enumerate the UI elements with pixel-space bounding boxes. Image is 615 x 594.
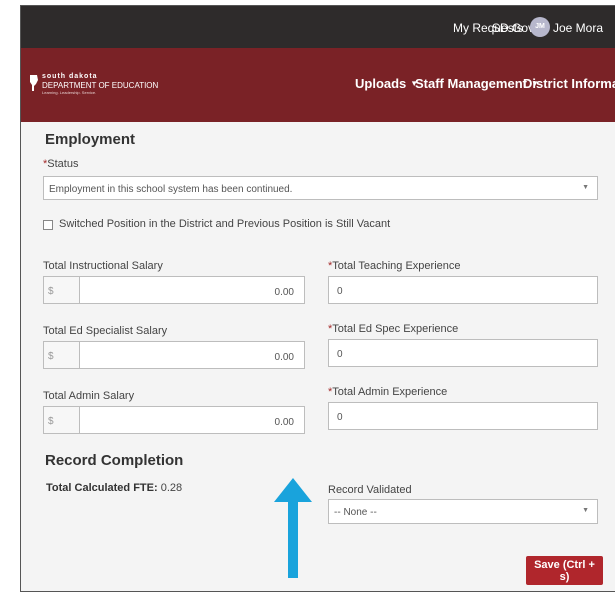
chevron-down-icon: ▼ xyxy=(582,184,589,191)
nav-staff-management-label: Staff Management xyxy=(415,76,527,91)
up-arrow-annotation-icon xyxy=(274,478,312,578)
admin-salary-value: 0.00 xyxy=(274,417,294,428)
total-fte-value: 0.28 xyxy=(160,482,183,494)
ed-spec-experience-input[interactable]: 0 xyxy=(328,339,598,367)
instructional-salary-input[interactable]: $ 0.00 xyxy=(43,276,305,304)
teaching-experience-input[interactable]: 0 xyxy=(328,276,598,304)
ed-specialist-salary-value: 0.00 xyxy=(274,352,294,363)
admin-experience-value: 0 xyxy=(337,412,343,423)
nav-district-information[interactable]: District Information▼ xyxy=(523,76,615,91)
sd-state-icon xyxy=(30,75,38,91)
status-label: *Status xyxy=(43,158,79,170)
admin-salary-input[interactable]: $ 0.00 xyxy=(43,406,305,434)
instructional-salary-value: 0.00 xyxy=(274,287,294,298)
ed-specialist-salary-label: Total Ed Specialist Salary xyxy=(43,325,168,337)
admin-experience-label: *Total Admin Experience xyxy=(328,386,448,398)
total-fte-label: Total Calculated FTE: xyxy=(46,482,158,494)
sd-gov-link[interactable]: SD.Gov xyxy=(492,21,534,35)
admin-salary-label: Total Admin Salary xyxy=(43,390,135,402)
top-bar: My Requests SD.Gov JM Joe Mora xyxy=(21,6,615,48)
currency-prefix: $ xyxy=(44,342,80,368)
currency-prefix: $ xyxy=(44,277,80,303)
switched-position-checkbox[interactable] xyxy=(43,220,53,230)
teaching-experience-value: 0 xyxy=(337,286,343,297)
save-button[interactable]: Save (Ctrl + s) xyxy=(526,556,603,585)
ed-spec-experience-value: 0 xyxy=(337,349,343,360)
teaching-experience-label: *Total Teaching Experience xyxy=(328,260,461,272)
logo-text-state: south dakota xyxy=(42,73,98,80)
main-nav: south dakota DEPARTMENT OF EDUCATION Lea… xyxy=(21,48,615,122)
user-name-menu[interactable]: Joe Mora xyxy=(553,21,603,35)
record-completion-heading: Record Completion xyxy=(45,452,184,469)
admin-experience-input[interactable]: 0 xyxy=(328,402,598,430)
record-validated-value: -- None -- xyxy=(334,507,377,518)
ed-spec-experience-label: *Total Ed Spec Experience xyxy=(328,323,459,335)
nav-uploads-label: Uploads xyxy=(355,76,407,91)
instructional-salary-label: Total Instructional Salary xyxy=(43,260,163,272)
nav-staff-management[interactable]: Staff Management ▼ xyxy=(415,76,539,91)
status-select[interactable]: Employment in this school system has bee… xyxy=(43,176,598,200)
record-validated-select[interactable]: -- None -- ▼ xyxy=(328,499,598,524)
nav-uploads[interactable]: Uploads ▼ xyxy=(355,76,418,91)
currency-prefix: $ xyxy=(44,407,80,433)
status-select-value: Employment in this school system has bee… xyxy=(49,184,293,195)
employment-heading: Employment xyxy=(45,131,136,148)
ed-specialist-salary-input[interactable]: $ 0.00 xyxy=(43,341,305,369)
logo-tagline: Learning. Leadership. Service. xyxy=(42,90,97,95)
employment-form: Employment *Status Employment in this sc… xyxy=(21,122,615,591)
nav-district-information-label: District Information xyxy=(523,76,615,91)
avatar[interactable]: JM xyxy=(530,17,550,37)
logo-text-department: DEPARTMENT OF EDUCATION xyxy=(42,81,159,90)
app-window: My Requests SD.Gov JM Joe Mora south dak… xyxy=(20,5,615,592)
chevron-down-icon: ▼ xyxy=(582,507,589,514)
total-fte: Total Calculated FTE: 0.28 xyxy=(46,482,182,494)
record-validated-label: Record Validated xyxy=(328,484,412,496)
switched-position-label: Switched Position in the District and Pr… xyxy=(59,218,391,230)
